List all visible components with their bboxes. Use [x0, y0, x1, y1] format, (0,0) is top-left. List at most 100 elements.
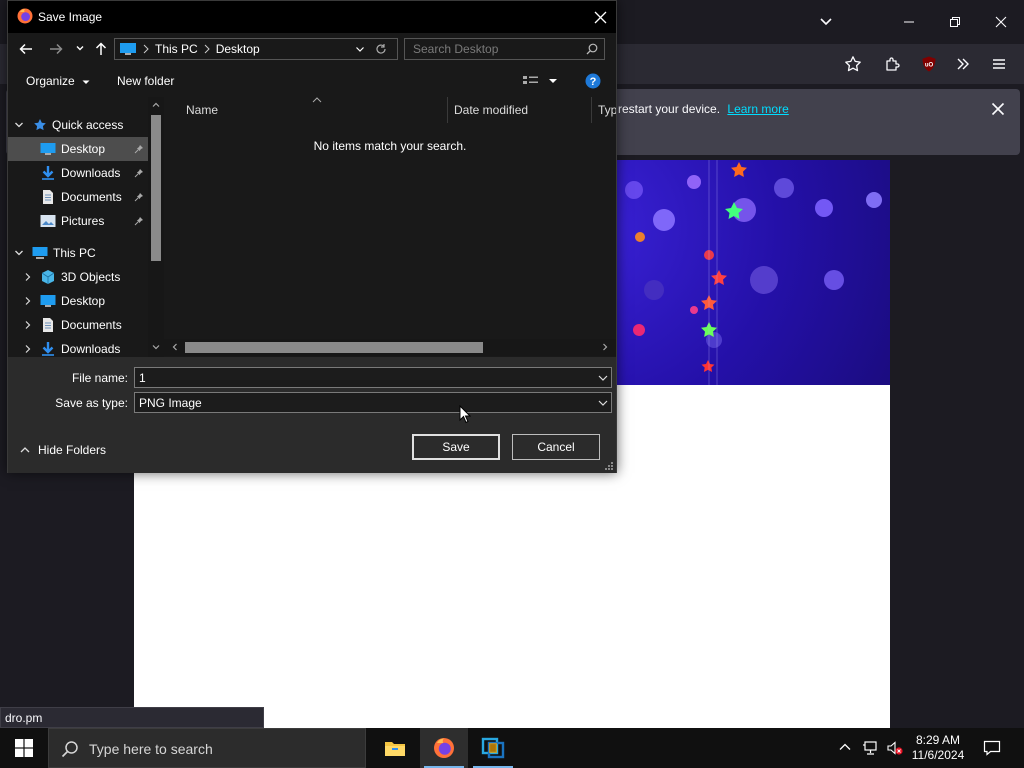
extensions-puzzle-icon[interactable] — [878, 50, 908, 78]
desktop-folder-icon — [40, 143, 56, 155]
window-close-icon[interactable] — [978, 0, 1024, 44]
tab-list-chevron-icon[interactable] — [812, 8, 840, 36]
file-name-label: File name: — [71, 371, 128, 385]
recent-locations-chevron-icon[interactable] — [75, 43, 85, 53]
horizontal-scroll-thumb[interactable] — [185, 342, 483, 353]
tree-label: Downloads — [61, 342, 121, 356]
hide-folders-label: Hide Folders — [38, 443, 107, 457]
expanded-chevron-icon[interactable] — [14, 120, 24, 130]
column-divider[interactable] — [591, 97, 592, 123]
chevron-up-icon — [20, 447, 30, 453]
chevron-down-icon[interactable] — [598, 399, 608, 407]
overflow-chevrons-icon[interactable] — [948, 50, 978, 78]
tree-label: Downloads — [61, 166, 121, 180]
collapsed-chevron-icon[interactable] — [24, 296, 32, 306]
action-center-icon[interactable] — [983, 739, 1001, 757]
star-icon — [34, 119, 46, 131]
tree-downloads[interactable]: Downloads — [8, 337, 148, 357]
taskbar-file-explorer[interactable] — [371, 728, 419, 768]
breadcrumb-separator-icon — [143, 44, 149, 54]
tree-this-pc[interactable]: This PC — [8, 241, 148, 265]
computer-icon — [119, 42, 137, 56]
organize-label: Organize — [26, 74, 75, 88]
dialog-title: Save Image — [38, 10, 103, 24]
horizontal-scrollbar[interactable] — [164, 339, 616, 356]
minimize-icon[interactable] — [886, 0, 932, 44]
pin-icon[interactable] — [134, 144, 144, 154]
navigation-bar: This PC Desktop — [8, 33, 616, 65]
taskbar-search-box[interactable]: Type here to search — [48, 728, 366, 768]
chevron-down-icon[interactable] — [598, 374, 608, 382]
tree-3d-objects[interactable]: 3D Objects — [8, 265, 148, 289]
tree-desktop[interactable]: Desktop — [8, 289, 148, 313]
collapsed-chevron-icon[interactable] — [24, 344, 32, 354]
column-divider[interactable] — [447, 97, 448, 123]
network-icon[interactable] — [862, 739, 880, 757]
organize-button[interactable]: Organize — [26, 74, 90, 88]
firefox-logo-icon — [17, 8, 33, 24]
breadcrumb-this-pc[interactable]: This PC — [155, 42, 198, 56]
tree-documents[interactable]: Documents — [8, 313, 148, 337]
back-arrow-icon[interactable] — [18, 41, 34, 57]
svg-text:?: ? — [590, 76, 597, 88]
windows-logo-icon — [15, 739, 33, 757]
scroll-down-icon[interactable] — [152, 343, 160, 351]
taskbar-clock[interactable]: 8:29 AM 11/6/2024 — [908, 733, 968, 763]
volume-muted-icon[interactable] — [886, 739, 904, 757]
column-header-name[interactable]: Name — [186, 103, 218, 117]
refresh-icon[interactable] — [375, 43, 387, 55]
save-as-type-select[interactable]: PNG Image — [134, 392, 612, 413]
tree-desktop-quick[interactable]: Desktop — [8, 137, 148, 161]
tree-label: Desktop — [61, 142, 106, 156]
file-name-input[interactable]: 1 — [134, 367, 612, 388]
scroll-right-icon[interactable] — [601, 343, 609, 351]
save-button[interactable]: Save — [412, 434, 500, 460]
forward-arrow-icon[interactable] — [48, 41, 64, 57]
ublock-origin-icon[interactable]: uO — [914, 50, 944, 78]
notification-close-icon[interactable] — [986, 97, 1010, 121]
restore-icon[interactable] — [932, 0, 978, 44]
show-hidden-icons-chevron-icon[interactable] — [838, 740, 852, 754]
pin-icon[interactable] — [134, 216, 144, 226]
start-button[interactable] — [0, 728, 48, 768]
hamburger-menu-icon[interactable] — [984, 50, 1014, 78]
up-arrow-icon[interactable] — [93, 41, 109, 57]
view-options-icon[interactable] — [522, 74, 558, 88]
cancel-button[interactable]: Cancel — [512, 434, 600, 460]
command-bar: Organize New folder ? — [8, 65, 616, 97]
resize-grip-icon[interactable] — [604, 461, 614, 471]
column-header-type[interactable]: Type — [598, 103, 616, 117]
address-bar[interactable]: This PC Desktop — [114, 38, 398, 60]
bookmark-star-icon[interactable] — [838, 50, 868, 78]
new-folder-button[interactable]: New folder — [117, 74, 174, 88]
tree-downloads-quick[interactable]: Downloads — [8, 161, 148, 185]
hide-folders-button[interactable]: Hide Folders — [20, 443, 106, 457]
column-header-date-modified[interactable]: Date modified — [454, 103, 528, 117]
tree-label: Quick access — [52, 118, 124, 132]
expanded-chevron-icon[interactable] — [14, 248, 24, 258]
collapsed-chevron-icon[interactable] — [24, 320, 32, 330]
learn-more-link[interactable]: Learn more — [727, 102, 788, 116]
pin-icon[interactable] — [134, 192, 144, 202]
pin-icon[interactable] — [134, 168, 144, 178]
dialog-titlebar[interactable]: Save Image — [8, 1, 616, 33]
tree-scroll-thumb[interactable] — [151, 115, 161, 261]
scroll-left-icon[interactable] — [171, 343, 179, 351]
taskbar-virtualbox[interactable] — [469, 728, 517, 768]
taskbar-firefox[interactable] — [420, 728, 468, 768]
help-icon[interactable]: ? — [585, 73, 601, 89]
scroll-up-icon[interactable] — [152, 101, 160, 109]
search-input[interactable] — [405, 39, 581, 59]
tree-quick-access[interactable]: Quick access — [8, 113, 148, 137]
folder-tree: Quick access Desktop Downloads Documents… — [8, 97, 164, 357]
tree-documents-quick[interactable]: Documents — [8, 185, 148, 209]
collapsed-chevron-icon[interactable] — [24, 272, 32, 282]
address-dropdown-icon[interactable] — [355, 44, 365, 54]
tree-scrollbar[interactable] — [148, 97, 164, 357]
dialog-close-icon[interactable] — [590, 7, 610, 27]
svg-text:uO: uO — [925, 63, 934, 69]
tree-label: 3D Objects — [61, 270, 121, 284]
breadcrumb-desktop[interactable]: Desktop — [216, 42, 260, 56]
search-icon[interactable] — [586, 43, 598, 55]
tree-pictures-quick[interactable]: Pictures — [8, 209, 148, 233]
